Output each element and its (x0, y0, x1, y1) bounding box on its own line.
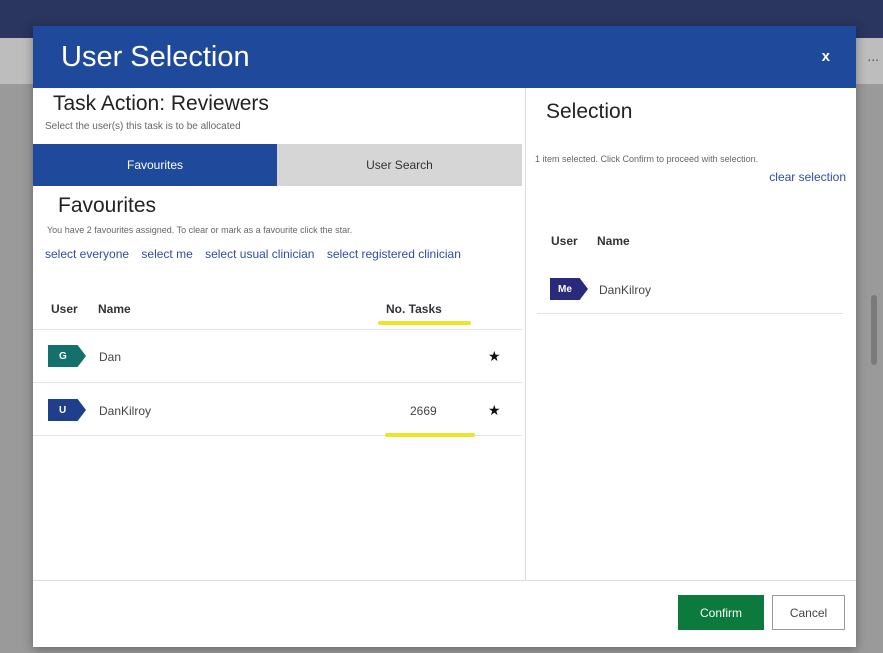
selected-user-row[interactable]: Me DanKilroy (537, 266, 843, 314)
task-action-subtext: Select the user(s) this task is to be al… (45, 121, 241, 132)
user-type-badge: U (48, 399, 86, 421)
table-row[interactable]: U DanKilroy 2669 ★ (33, 382, 522, 436)
modal-title: User Selection (61, 41, 250, 73)
selection-column-header-user: User (551, 234, 578, 248)
confirm-button[interactable]: Confirm (678, 595, 764, 630)
favourites-heading: Favourites (58, 194, 157, 217)
selection-pane: Selection 1 item selected. Click Confirm… (527, 88, 856, 580)
column-header-user: User (51, 302, 78, 316)
close-icon[interactable]: x (822, 48, 830, 65)
favourites-pane: Task Action: Reviewers Select the user(s… (33, 88, 526, 580)
selection-column-header-name: Name (597, 234, 630, 248)
table-row[interactable]: G Dan ★ (33, 329, 522, 381)
highlight-underline-task-count (385, 433, 475, 437)
user-selection-modal: User Selection x Task Action: Reviewers … (33, 26, 856, 647)
cancel-button[interactable]: Cancel (772, 595, 845, 630)
select-usual-clinician-link[interactable]: select usual clinician (205, 247, 314, 261)
more-options-icon[interactable]: ... (867, 48, 879, 64)
select-me-link[interactable]: select me (141, 247, 192, 261)
select-everyone-link[interactable]: select everyone (45, 247, 129, 261)
user-type-badge: Me (550, 278, 588, 300)
modal-footer: Confirm Cancel (33, 580, 856, 647)
tab-favourites[interactable]: Favourites (33, 144, 277, 186)
clear-selection-link[interactable]: clear selection (769, 170, 846, 184)
favourite-star-icon[interactable]: ★ (488, 402, 501, 419)
quick-select-links: select everyone select me select usual c… (45, 246, 505, 263)
column-header-tasks[interactable]: No. Tasks (386, 302, 442, 316)
selection-heading: Selection (546, 100, 633, 123)
user-name: DanKilroy (599, 283, 652, 297)
modal-header: User Selection x (33, 26, 856, 88)
tab-user-search[interactable]: User Search (277, 144, 522, 186)
highlight-underline-tasks-header (378, 321, 471, 325)
background-scrollbar[interactable] (871, 295, 877, 365)
select-registered-clinician-link[interactable]: select registered clinician (327, 247, 461, 261)
favourites-info: You have 2 favourites assigned. To clear… (47, 225, 353, 235)
task-count: 2669 (410, 404, 437, 418)
user-type-badge: G (48, 345, 86, 367)
task-action-heading: Task Action: Reviewers (53, 92, 269, 115)
favourite-star-icon[interactable]: ★ (488, 348, 501, 365)
user-name: DanKilroy (99, 404, 152, 418)
column-header-name: Name (98, 302, 131, 316)
selection-info: 1 item selected. Click Confirm to procee… (535, 154, 759, 164)
user-name: Dan (99, 350, 122, 364)
